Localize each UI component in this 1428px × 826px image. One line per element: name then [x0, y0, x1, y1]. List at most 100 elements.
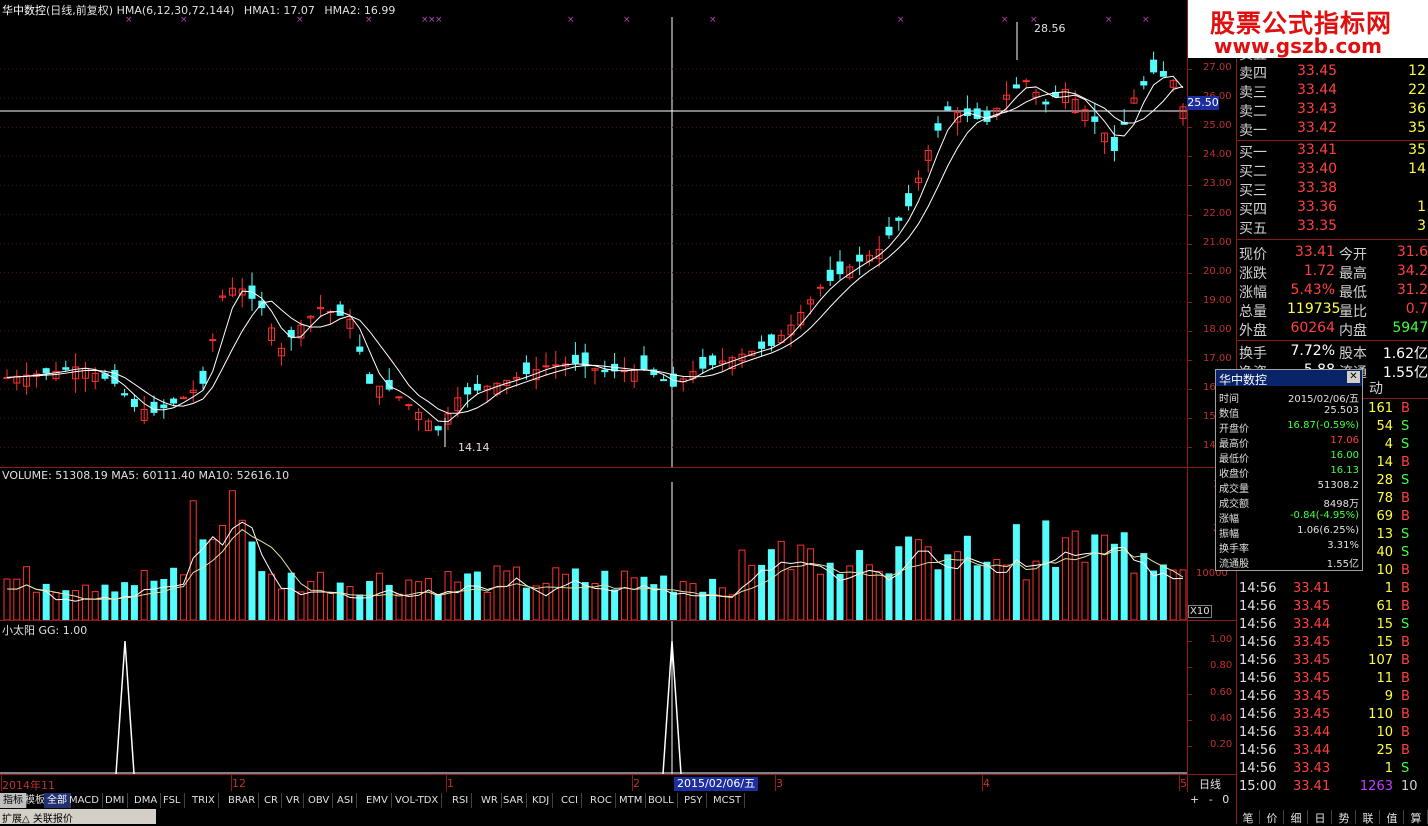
tab-roc[interactable]: ROC: [587, 793, 616, 808]
volume-bar: [963, 535, 971, 620]
volume-bar: [924, 546, 932, 620]
volume-bar: [130, 585, 138, 620]
reset-button[interactable]: 0: [1219, 793, 1232, 806]
candle-body: [660, 379, 668, 382]
volume-panel[interactable]: VOLUME: 51308.19 MA5: 60111.40 MA10: 526…: [0, 468, 1187, 620]
close-icon[interactable]: ✕: [1347, 371, 1360, 383]
volume-bar: [150, 580, 158, 620]
volume-bar: [513, 566, 521, 620]
tab-cci[interactable]: CCI: [558, 793, 582, 808]
volume-bar: [836, 573, 844, 620]
side-tab-3[interactable]: 日: [1309, 810, 1332, 825]
zoom-in-button[interactable]: +: [1187, 793, 1202, 806]
gg-signal-spike: [115, 640, 135, 774]
volume-bar: [993, 559, 1001, 620]
volume-bar: [317, 571, 325, 620]
tick-direction: S: [1401, 545, 1410, 560]
y-tick-label: 17.00: [1203, 353, 1232, 364]
side-tab-5[interactable]: 联: [1357, 810, 1380, 825]
tab-psy[interactable]: PSY: [681, 793, 707, 808]
candlestick-chart[interactable]: × × × × × × × × × × × × × × ×: [0, 0, 1187, 468]
tab-fsl[interactable]: FSL: [160, 793, 185, 808]
tab-mcst[interactable]: MCST: [710, 793, 746, 808]
tab-asi[interactable]: ASI: [334, 793, 358, 808]
volume-bar: [562, 573, 570, 620]
tick-row: 14:56 33.45 110 B: [1237, 707, 1428, 725]
x-tick-mark: [982, 775, 983, 791]
crosshair-price-label: 25.50: [1187, 96, 1219, 110]
indicator-title: 小太阳 GG: 1.00: [2, 624, 88, 637]
order-book-row: 买一 33.41 35: [1237, 142, 1428, 161]
main-chart-title: 华中数控(日线,前复权) HMA(6,12,30,72,144) HMA1: 1…: [2, 2, 395, 18]
tab-vol-tdx[interactable]: VOL-TDX: [392, 793, 443, 808]
side-tab-2[interactable]: 细: [1285, 810, 1308, 825]
tab-boll[interactable]: BOLL: [645, 793, 678, 808]
side-tab-0[interactable]: 笔: [1237, 810, 1260, 825]
side-tab-6[interactable]: 值: [1381, 810, 1404, 825]
quote-label: 现价: [1239, 247, 1267, 263]
order-volume: 1: [1417, 199, 1426, 215]
volume-bar: [473, 571, 481, 620]
volume-bar: [1071, 530, 1079, 620]
tab-wr[interactable]: WR: [478, 793, 502, 808]
popup-field-value: 16.00: [1330, 450, 1359, 461]
tab-rsi[interactable]: RSI: [449, 793, 473, 808]
tick-price: 33.44: [1293, 743, 1331, 758]
signal-marker: ×: [1142, 15, 1150, 25]
data-popup-window[interactable]: 华中数控 ✕ 时间 2015/02/06/五 数值 25.503 开盘价 16.87(-0…: [1215, 369, 1363, 571]
y-tick-label: 25.00: [1203, 120, 1232, 132]
candle-body: [395, 396, 403, 399]
tick-direction: B: [1401, 509, 1410, 524]
tick-direction: S: [1401, 617, 1410, 632]
expand-related-quote[interactable]: 扩展△ 关联报价: [2, 810, 73, 825]
order-volume: 14: [1408, 161, 1426, 177]
tick-time: 14:56: [1239, 671, 1277, 686]
volume-bar: [797, 544, 805, 620]
tab-brar[interactable]: BRAR: [225, 793, 260, 808]
tab-sar[interactable]: SAR: [500, 793, 528, 808]
tab-dma[interactable]: DMA: [131, 793, 162, 808]
tab-trix[interactable]: TRIX: [189, 793, 219, 808]
volume-bar: [228, 490, 236, 620]
zoom-out-button[interactable]: -: [1206, 793, 1216, 806]
tab-kdj[interactable]: KDJ: [529, 793, 554, 808]
tab-mtm[interactable]: MTM: [616, 793, 647, 808]
tab-dmi[interactable]: DMI: [102, 793, 129, 808]
volume-bar: [601, 570, 609, 620]
tab-emv[interactable]: EMV: [363, 793, 392, 808]
tab-cr[interactable]: CR: [261, 793, 282, 808]
y-axis-line: [1187, 0, 1188, 792]
indicator-panel[interactable]: 小太阳 GG: 1.00: [0, 621, 1187, 774]
tab-obv[interactable]: OBV: [305, 793, 334, 808]
order-price: 33.44: [1297, 82, 1338, 98]
side-tab-1[interactable]: 价: [1261, 810, 1284, 825]
quote-value: 60264: [1290, 320, 1335, 336]
main-chart[interactable]: × × × × × × × × × × × × × × × 华中数控(日线,前复权) HMA(6,12,30…: [0, 0, 1187, 468]
side-tab-4[interactable]: 势: [1333, 810, 1356, 825]
side-tab-7[interactable]: 算: [1405, 810, 1428, 825]
volume-bar: [434, 593, 442, 620]
candle-body: [405, 404, 413, 407]
y-tick-mark: [1187, 746, 1192, 747]
y-tick-label: 20.00: [1203, 265, 1232, 277]
tab-macd[interactable]: MACD: [66, 793, 103, 808]
order-level-label: 买四: [1239, 202, 1267, 218]
order-book-row: 买二 33.40 14: [1237, 161, 1428, 180]
popup-titlebar[interactable]: 华中数控 ✕: [1216, 370, 1362, 387]
volume-chart[interactable]: [0, 468, 1187, 620]
tick-direction: B: [1401, 707, 1410, 722]
volume-bar: [777, 540, 785, 620]
popup-field-value: 1.06(6.25%): [1297, 525, 1359, 536]
volume-bar: [758, 564, 766, 620]
candle-body: [640, 355, 648, 370]
tick-direction: S: [1401, 419, 1410, 434]
signal-marker: ×: [567, 15, 575, 25]
popup-field-value: 17.06: [1330, 435, 1359, 446]
popup-row: 数值 25.503: [1216, 405, 1362, 420]
order-price: 33.41: [1297, 142, 1338, 158]
tab-vr[interactable]: VR: [283, 793, 304, 808]
volume-bar: [326, 592, 334, 620]
x-tick-label: 2014年11: [2, 779, 55, 792]
candle-body: [885, 226, 893, 236]
indicator-chart[interactable]: [0, 621, 1187, 774]
